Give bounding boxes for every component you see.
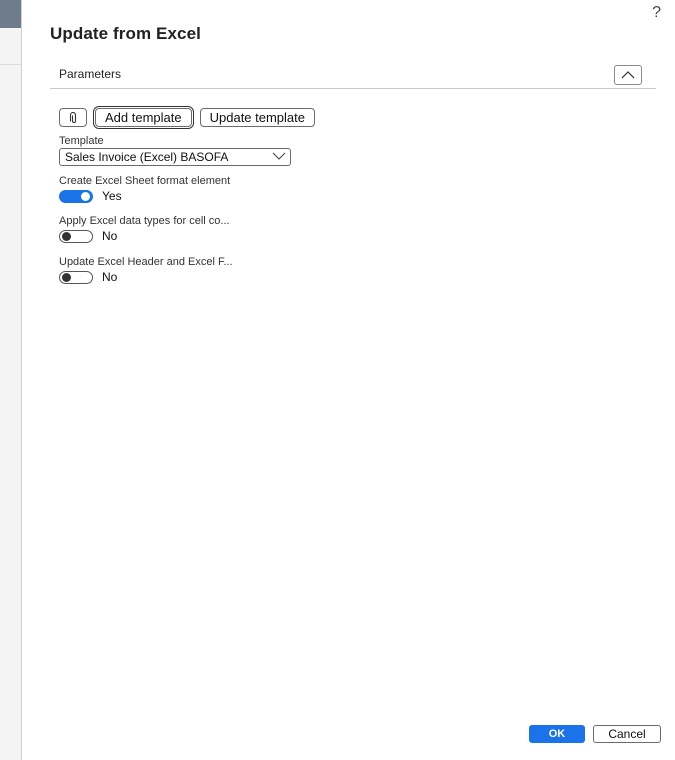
update-template-button[interactable]: Update template [199,108,316,127]
paperclip-icon [69,111,77,123]
apply-data-types-toggle[interactable] [59,229,93,243]
apply-data-types-value: No [102,229,118,243]
create-sheet-format-toggle[interactable] [59,189,93,203]
dialog-footer: OK Cancel [529,725,661,743]
dialog-title: Update from Excel [50,24,201,43]
toggle-knob [62,231,71,241]
template-label: Template [59,135,104,147]
create-sheet-format-label: Create Excel Sheet format element [59,175,231,187]
parameters-section-title: Parameters [59,67,122,81]
add-template-button[interactable]: Add template [93,106,194,129]
create-sheet-format-field: Create Excel Sheet format element Yes [59,175,230,203]
apply-data-types-label: Apply Excel data types for cell co... [59,215,230,227]
collapse-section-button[interactable] [614,65,642,85]
help-icon[interactable]: ? [652,4,661,22]
attach-button[interactable] [59,108,87,127]
update-header-footer-value: No [102,270,118,284]
background-page [0,0,21,760]
template-field: Template Sales Invoice (Excel) BASOFA [59,135,291,166]
update-header-footer-toggle[interactable] [59,270,93,284]
update-header-footer-field: Update Excel Header and Excel F... No [59,256,233,284]
background-divider [0,64,21,65]
chevron-down-icon [272,152,286,160]
template-select[interactable]: Sales Invoice (Excel) BASOFA [59,148,291,166]
template-value: Sales Invoice (Excel) BASOFA [65,150,229,164]
template-toolbar: Add template Update template [59,106,316,129]
page: ? Update from Excel Parameters Add templ… [0,0,675,760]
ok-button[interactable]: OK [529,725,585,743]
update-from-excel-dialog: ? Update from Excel Parameters Add templ… [21,0,675,760]
toggle-knob [81,191,90,201]
cancel-button[interactable]: Cancel [593,725,661,743]
chevron-up-icon [621,71,635,79]
create-sheet-format-value: Yes [102,189,122,203]
parameters-section-header[interactable]: Parameters [50,61,656,89]
background-header [0,0,21,28]
apply-data-types-field: Apply Excel data types for cell co... No [59,215,230,243]
update-header-footer-label: Update Excel Header and Excel F... [59,256,233,268]
toggle-knob [62,272,71,282]
